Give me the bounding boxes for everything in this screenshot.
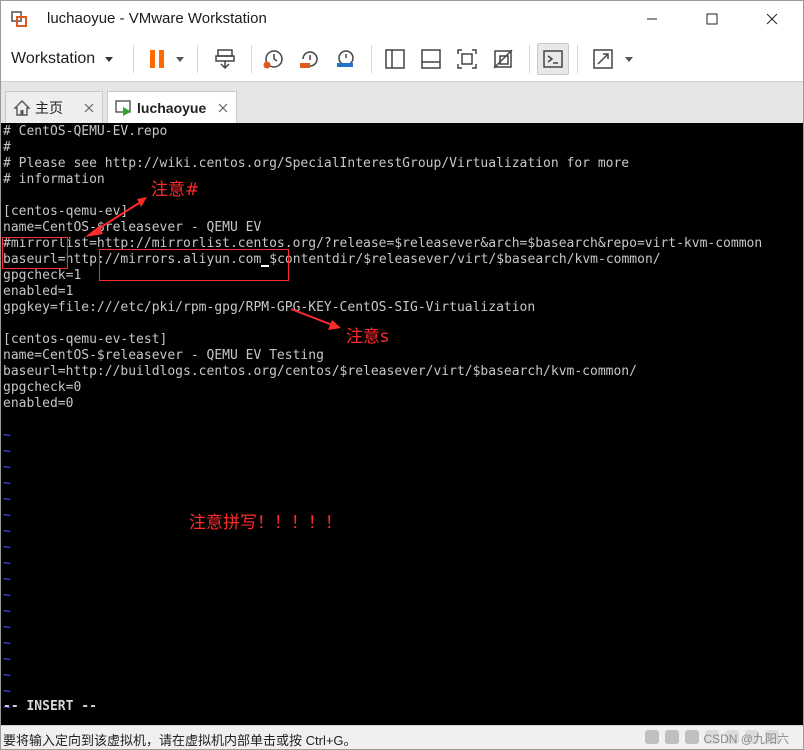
arrow-to-s — [290, 308, 341, 330]
arrow-to-hash — [85, 197, 147, 237]
tab-vm-label: luchaoyue — [137, 100, 207, 116]
send-keys-icon — [215, 49, 235, 70]
thumbnail-bar-button[interactable] — [415, 43, 447, 75]
send-keys-button[interactable] — [209, 43, 241, 75]
toolbar-divider — [371, 45, 372, 73]
window-title: luchaoyue - VMware Workstation — [47, 10, 267, 27]
full-screen-icon — [457, 49, 477, 69]
network-adapter-icon[interactable] — [685, 730, 699, 744]
status-message: 要将输入定向到该虚拟机，请在虚拟机内部单击或按 Ctrl+G。 — [3, 733, 357, 748]
home-icon — [13, 100, 31, 116]
full-screen-button[interactable] — [451, 43, 483, 75]
toolbar-divider — [577, 45, 578, 73]
tab-vm-luchaoyue[interactable]: luchaoyue — [107, 91, 237, 124]
revert-snapshot-button[interactable] — [293, 43, 325, 75]
chevron-down-icon — [105, 56, 114, 62]
annotation-box-hash — [2, 237, 68, 269]
stretch-icon — [593, 49, 613, 69]
revert-snapshot-icon — [300, 51, 318, 68]
unity-button[interactable] — [487, 43, 519, 75]
maximize-icon — [706, 13, 718, 25]
vm-console[interactable]: # CentOS-QEMU-EV.repo # # Please see http:… — [1, 123, 803, 725]
status-bar: 要将输入定向到该虚拟机，请在虚拟机内部单击或按 Ctrl+G。 CSDN @九阳… — [1, 725, 803, 749]
annotation-note-hash: 注意# — [151, 180, 200, 200]
stretch-button[interactable] — [587, 43, 619, 75]
toolbar: Workstation — [1, 37, 803, 81]
unity-icon — [493, 49, 513, 69]
tab-home-label: 主页 — [35, 100, 63, 116]
console-view-icon — [543, 50, 563, 68]
close-icon — [766, 13, 778, 25]
thumbnail-bar-icon — [421, 49, 441, 69]
hard-disk-icon[interactable] — [645, 730, 659, 744]
close-button[interactable] — [749, 1, 795, 37]
console-view-button[interactable] — [537, 43, 569, 75]
close-tab-icon[interactable] — [83, 102, 95, 114]
pause-button[interactable] — [141, 43, 173, 75]
toolbar-divider — [251, 45, 252, 73]
toolbar-divider — [197, 45, 198, 73]
annotation-box-url — [99, 249, 289, 281]
workstation-menu-label: Workstation — [11, 50, 96, 67]
tab-home[interactable]: 主页 — [5, 91, 103, 124]
show-library-icon — [385, 49, 405, 69]
power-menu-chevron-icon[interactable] — [176, 57, 184, 62]
snapshot-manager-icon — [337, 50, 354, 67]
close-tab-icon[interactable] — [217, 102, 229, 114]
stretch-menu-chevron-icon[interactable] — [625, 57, 633, 62]
toolbar-divider — [529, 45, 530, 73]
watermark-text: CSDN @九阳六 — [703, 730, 789, 747]
vmware-window: luchaoyue - VMware Workstation Workstati… — [0, 0, 804, 750]
snapshot-icon — [263, 50, 283, 69]
vm-running-icon — [115, 100, 131, 116]
maximize-button[interactable] — [689, 1, 735, 37]
vmware-app-icon — [11, 11, 27, 27]
annotation-note-s: 注意s — [346, 327, 389, 347]
take-snapshot-button[interactable] — [257, 43, 289, 75]
show-library-button[interactable] — [379, 43, 411, 75]
pause-icon — [150, 50, 164, 68]
title-bar: luchaoyue - VMware Workstation — [1, 1, 803, 37]
snapshot-manager-button[interactable] — [329, 43, 361, 75]
tab-bar: 主页 luchaoyue — [1, 81, 803, 124]
cd-rom-icon[interactable] — [665, 730, 679, 744]
workstation-menu[interactable]: Workstation — [5, 43, 119, 75]
minimize-icon — [647, 18, 657, 20]
minimize-button[interactable] — [629, 1, 675, 37]
annotation-arrows — [85, 197, 341, 330]
annotation-note-spelling: 注意拼写！！！！！ — [189, 513, 342, 533]
toolbar-divider — [133, 45, 134, 73]
